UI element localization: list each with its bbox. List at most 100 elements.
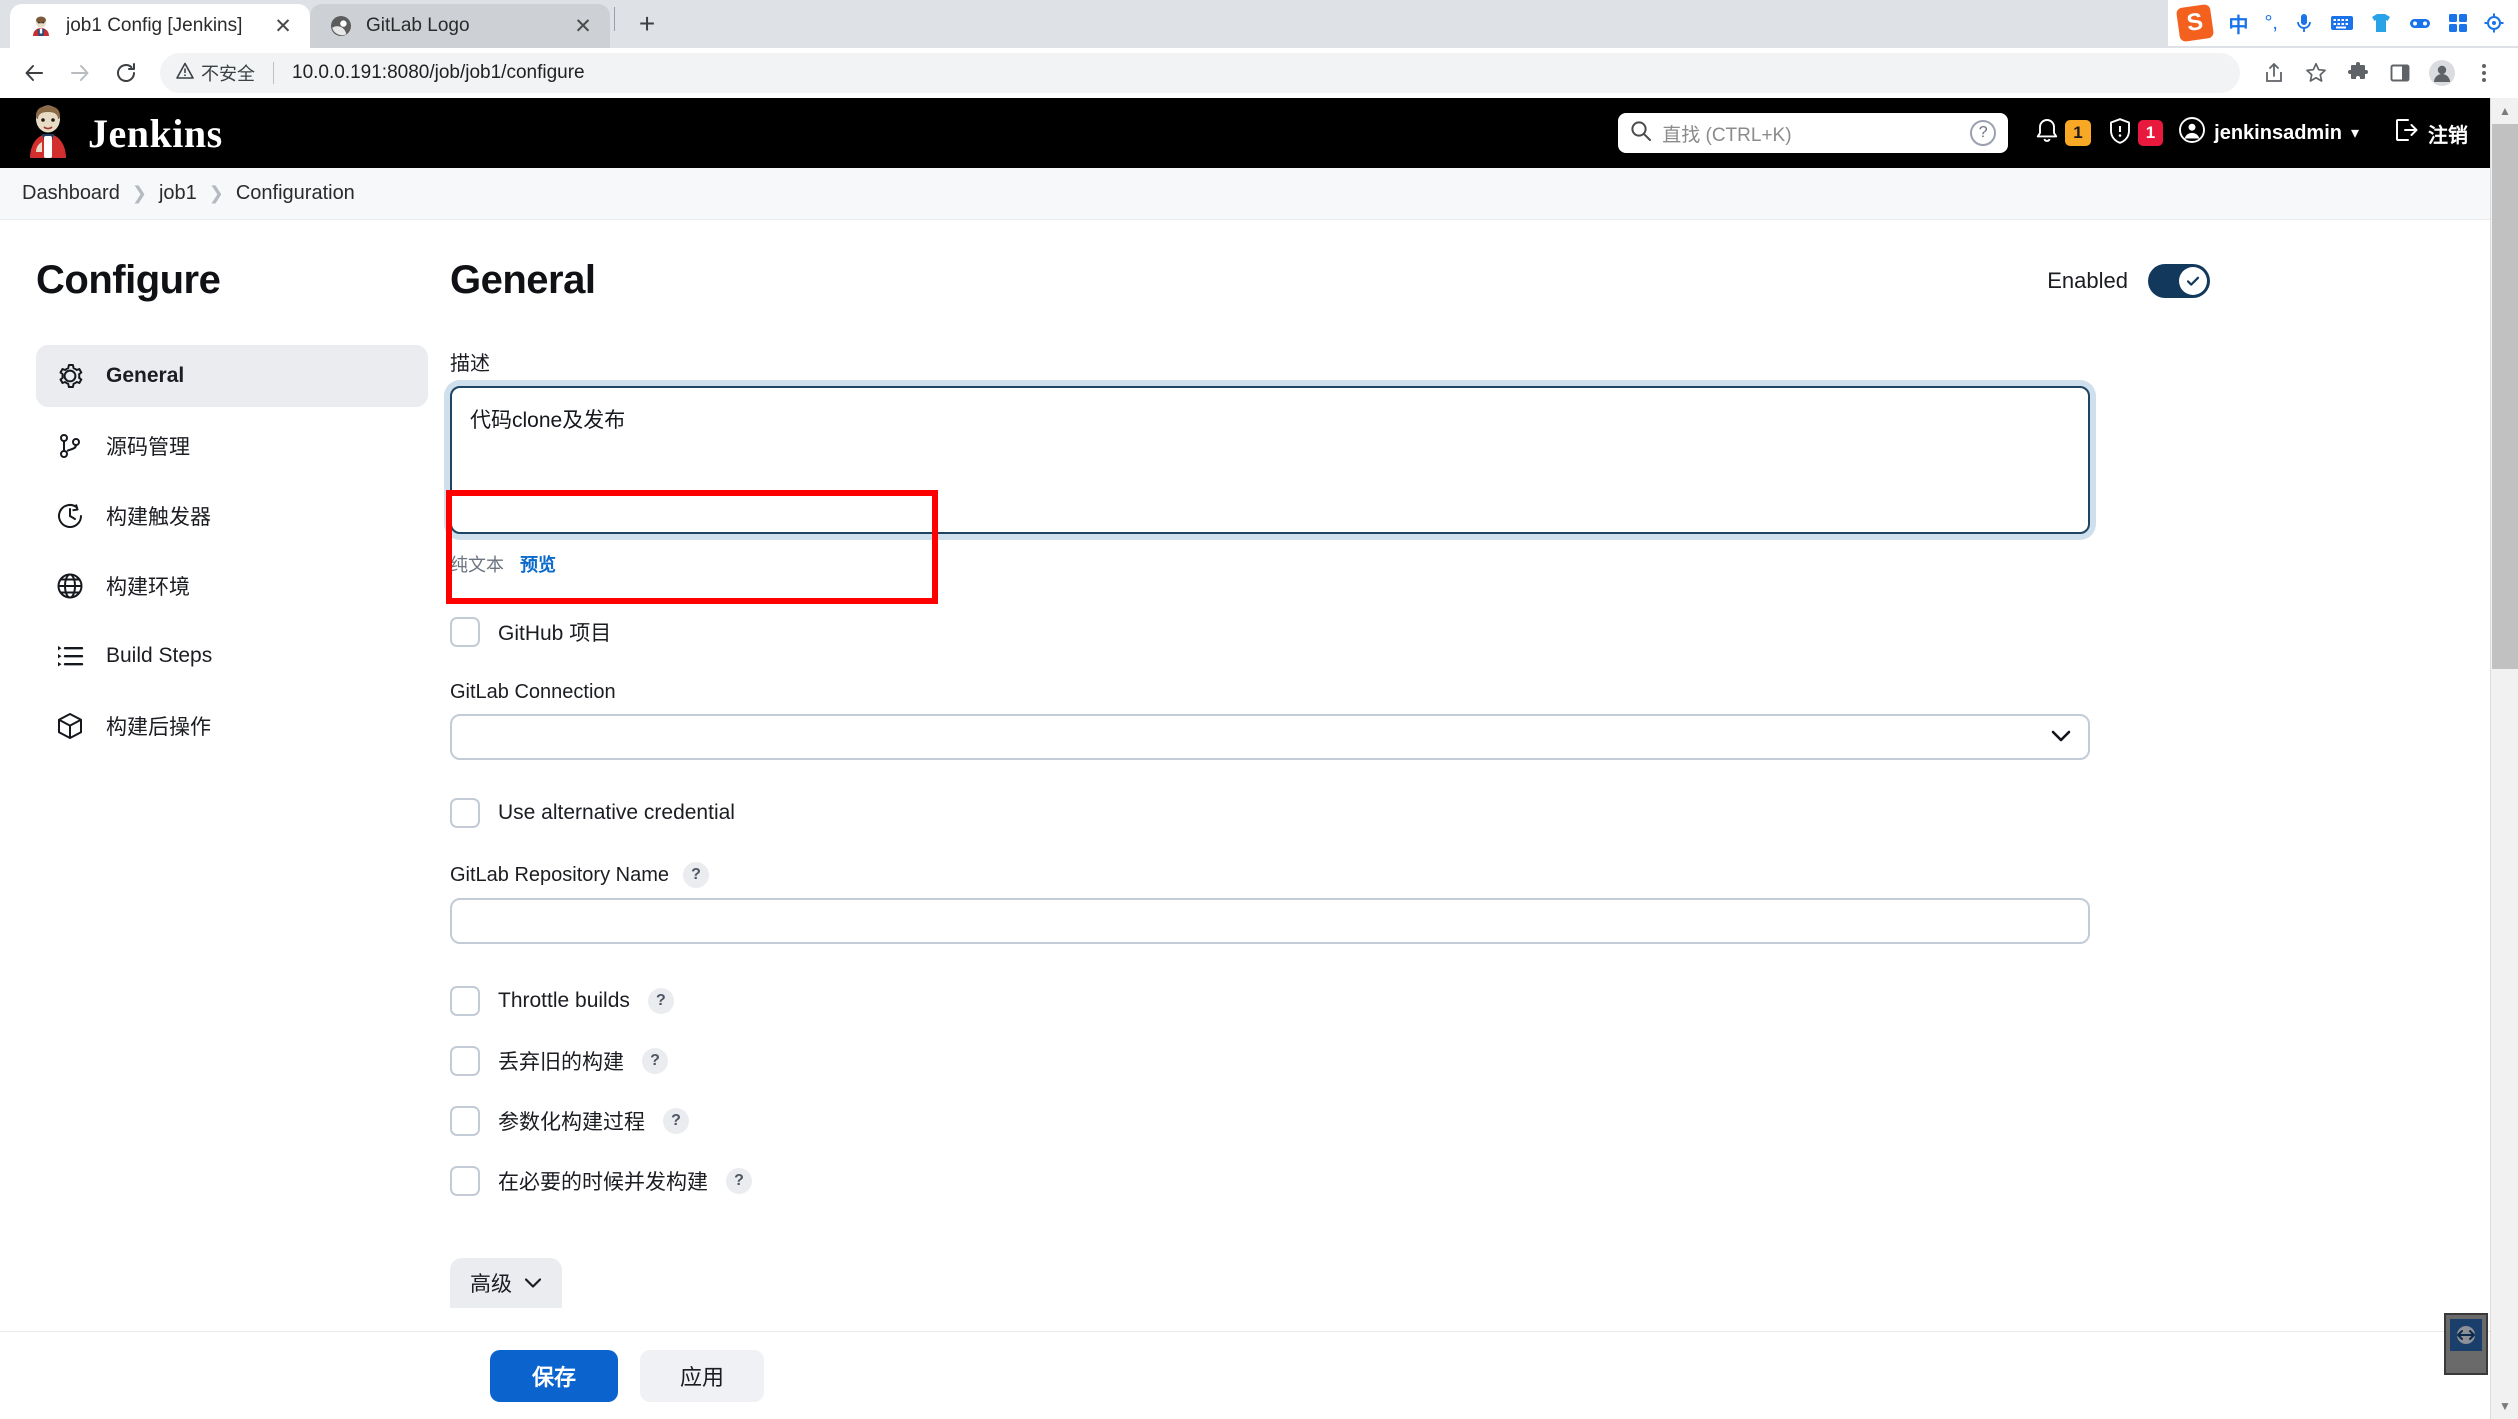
help-icon[interactable]: ? <box>726 1168 752 1194</box>
security-count-badge: 1 <box>2137 119 2164 147</box>
section-title: General <box>450 258 596 302</box>
search-input[interactable]: 直找 (CTRL+K) <box>1662 120 1960 147</box>
github-project-row: GitHub 项目 <box>450 617 2210 647</box>
breadcrumb-item-dashboard[interactable]: Dashboard <box>22 182 120 205</box>
header-actions: 1 1 jenkinsadmin ▾ 注销 <box>2034 117 2468 150</box>
chevron-down-icon: ▾ <box>2350 125 2359 142</box>
apps-grid-icon[interactable] <box>2448 13 2468 33</box>
sidebar-item-source-control[interactable]: 源码管理 <box>36 415 428 477</box>
bookmark-star-icon[interactable] <box>2296 53 2336 93</box>
chinese-mode-icon[interactable]: 中 <box>2228 9 2248 38</box>
share-icon[interactable] <box>2254 53 2294 93</box>
reload-icon[interactable] <box>106 53 146 93</box>
gitlab-connection-label: GitLab Connection <box>450 681 616 703</box>
use-alternative-credential-checkbox[interactable] <box>450 798 480 828</box>
sidebar-item-build-environment[interactable]: 构建环境 <box>36 555 428 617</box>
search-box[interactable]: 直找 (CTRL+K) ? <box>1618 113 2009 153</box>
gitlab-repository-name-input[interactable] <box>450 898 2090 944</box>
plain-text-label: 纯文本 <box>450 555 504 575</box>
gitlab-favicon <box>328 13 354 39</box>
gitlab-repository-name-label-row: GitLab Repository Name ? <box>450 862 2210 888</box>
gitlab-repository-name-group: GitLab Repository Name ? <box>450 862 2210 944</box>
close-icon[interactable]: ✕ <box>570 13 596 39</box>
apply-button[interactable]: 应用 <box>640 1349 765 1402</box>
globe-icon <box>54 570 86 602</box>
sogou-ime-floating-bar[interactable]: S 中 °, <box>2168 0 2518 46</box>
advanced-toggle-button[interactable]: 高级 <box>450 1258 562 1308</box>
jenkins-home-link[interactable]: Jenkins <box>22 104 223 163</box>
help-icon[interactable]: ? <box>663 1108 689 1134</box>
enabled-control: Enabled <box>2047 263 2210 298</box>
browser-tab-jenkins[interactable]: job1 Config [Jenkins] ✕ <box>10 4 310 48</box>
preview-link[interactable]: 预览 <box>520 551 556 577</box>
page-scroll-region: Jenkins 直找 (CTRL+K) ? 1 1 jenkinsadmin ▾… <box>0 98 2490 1419</box>
vertical-scrollbar[interactable]: ▲ ▼ <box>2490 98 2518 1419</box>
punctuation-icon[interactable]: °, <box>2264 12 2278 35</box>
throttle-builds-checkbox[interactable] <box>450 986 480 1016</box>
parameterized-build-checkbox[interactable] <box>450 1106 480 1136</box>
not-secure-indicator[interactable]: 不安全 <box>176 60 255 86</box>
browser-tab-gitlab[interactable]: GitLab Logo ✕ <box>310 4 610 48</box>
discard-old-builds-checkbox[interactable] <box>450 1046 480 1076</box>
help-icon[interactable]: ? <box>647 988 674 1014</box>
notification-count-badge: 1 <box>2065 119 2091 147</box>
jenkins-favicon <box>28 13 54 39</box>
breadcrumb-item-job1[interactable]: job1 <box>159 182 197 205</box>
address-bar[interactable]: 不安全 10.0.0.191:8080/job/job1/configure <box>160 53 2240 93</box>
profile-avatar-icon[interactable] <box>2422 53 2462 93</box>
settings-icon[interactable] <box>2484 13 2504 33</box>
use-alternative-credential-row: Use alternative credential <box>450 798 2210 828</box>
concurrent-builds-row: 在必要的时候并发构建 ? <box>450 1166 2210 1196</box>
sidebar-item-build-triggers[interactable]: 构建触发器 <box>36 485 428 547</box>
concurrent-builds-checkbox[interactable] <box>450 1166 480 1196</box>
clock-icon <box>54 500 86 532</box>
floating-resize-widget[interactable] <box>2444 1313 2488 1375</box>
help-icon[interactable]: ? <box>642 1048 668 1074</box>
close-icon[interactable]: ✕ <box>270 13 296 39</box>
toggle-knob-check-icon <box>2179 266 2207 295</box>
enabled-toggle[interactable] <box>2148 263 2210 298</box>
back-arrow-icon[interactable] <box>14 53 54 93</box>
breadcrumb-item-configuration[interactable]: Configuration <box>236 182 355 205</box>
url-text[interactable]: 10.0.0.191:8080/job/job1/configure <box>292 62 2224 84</box>
sidebar-item-build-steps[interactable]: Build Steps <box>36 625 428 687</box>
user-menu-button[interactable]: jenkinsadmin ▾ <box>2179 117 2359 149</box>
github-project-label: GitHub 项目 <box>498 622 612 645</box>
section-header: General Enabled <box>450 258 2210 303</box>
package-icon <box>54 710 86 742</box>
browser-chrome: job1 Config [Jenkins] ✕ GitLab Logo ✕ + … <box>0 0 2518 98</box>
description-label: 描述 <box>450 353 490 375</box>
toolbox-icon[interactable] <box>2408 14 2432 32</box>
gitlab-connection-select[interactable] <box>450 714 2090 760</box>
new-tab-button[interactable]: + <box>627 4 667 44</box>
sogou-logo-icon[interactable]: S <box>2176 3 2215 43</box>
search-icon <box>1630 120 1652 147</box>
resize-arrows-icon <box>2450 1319 2482 1351</box>
microphone-icon[interactable] <box>2294 12 2314 34</box>
extensions-puzzle-icon[interactable] <box>2338 53 2378 93</box>
sidebar-item-general[interactable]: General <box>36 345 428 407</box>
side-panel-icon[interactable] <box>2380 53 2420 93</box>
github-project-checkbox[interactable] <box>450 617 480 647</box>
scroll-down-arrow-icon[interactable]: ▼ <box>2491 1393 2518 1419</box>
chevron-right-icon: ❯ <box>131 183 147 203</box>
tab-strip: job1 Config [Jenkins] ✕ GitLab Logo ✕ + … <box>0 0 2518 48</box>
chrome-menu-icon[interactable] <box>2464 53 2504 93</box>
soft-keyboard-icon[interactable] <box>2330 14 2354 32</box>
sidebar-item-post-build-actions[interactable]: 构建后操作 <box>36 695 428 757</box>
scroll-up-arrow-icon[interactable]: ▲ <box>2491 98 2518 124</box>
help-icon[interactable]: ? <box>682 862 709 888</box>
security-warnings-button[interactable]: 1 <box>2107 117 2164 150</box>
skin-icon[interactable] <box>2370 13 2392 33</box>
description-textarea[interactable] <box>450 386 2090 534</box>
forward-arrow-icon[interactable] <box>60 53 100 93</box>
search-help-icon[interactable]: ? <box>1970 120 1997 146</box>
scrollbar-thumb[interactable] <box>2492 124 2518 669</box>
notifications-button[interactable]: 1 <box>2034 117 2091 150</box>
save-button[interactable]: 保存 <box>490 1349 619 1402</box>
throttle-builds-label: Throttle builds <box>498 989 630 1012</box>
page-body: Configure General 源码管理 构建触发器 构建环境 Build … <box>0 220 2490 1308</box>
logout-button[interactable]: 注销 <box>2393 117 2468 149</box>
chevron-down-icon <box>2050 727 2072 748</box>
breadcrumb: Dashboard ❯ job1 ❯ Configuration <box>0 168 2490 220</box>
